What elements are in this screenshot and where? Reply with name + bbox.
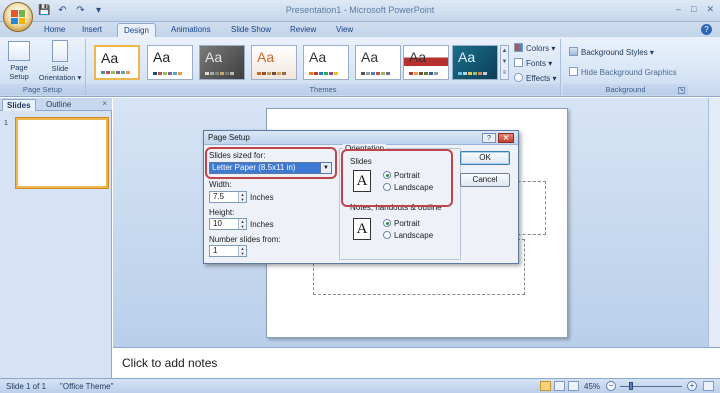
- close-window-button[interactable]: ✕: [706, 4, 714, 15]
- maximize-button[interactable]: □: [691, 4, 696, 15]
- theme-4[interactable]: Aa: [251, 45, 297, 80]
- hide-background-graphics-checkbox[interactable]: Hide Background Graphics: [569, 67, 677, 78]
- ribbon: Page Setup Slide Orientation ▾ Page Setu…: [0, 37, 720, 97]
- theme-effects-button[interactable]: Effects ▾: [514, 73, 557, 84]
- notes-pane[interactable]: Click to add notes: [113, 347, 720, 378]
- theme-name: "Office Theme": [60, 382, 114, 391]
- cancel-button[interactable]: Cancel: [460, 173, 510, 187]
- slide-orientation-label: Slide Orientation ▾: [38, 64, 82, 82]
- normal-view-icon[interactable]: [540, 381, 551, 391]
- number-slides-from-label: Number slides from:: [209, 235, 281, 244]
- height-spinner-icon[interactable]: ▲ ▼: [238, 219, 246, 229]
- fonts-icon: [514, 58, 523, 67]
- vertical-scrollbar[interactable]: [708, 98, 720, 347]
- width-units: Inches: [250, 193, 274, 202]
- background-group: Background Styles ▾ Hide Background Grap…: [563, 39, 688, 95]
- scroll-down-icon[interactable]: ▼: [501, 57, 508, 68]
- dialog-help-button[interactable]: ?: [482, 133, 496, 143]
- slide-thumbnail[interactable]: [16, 118, 108, 188]
- number-spinner-icon[interactable]: ▲ ▼: [238, 246, 246, 256]
- checkbox-icon: [569, 67, 578, 76]
- width-label: Width:: [209, 180, 232, 189]
- width-value: 7.5: [213, 192, 225, 201]
- ribbon-tabs: Home Insert Design Animations Slide Show…: [0, 22, 720, 37]
- slide-orientation-button[interactable]: Slide Orientation ▾: [36, 40, 84, 82]
- tab-review[interactable]: Review: [284, 23, 322, 37]
- themes-group-label: Themes: [86, 84, 560, 95]
- theme-fonts-button[interactable]: Fonts ▾: [514, 58, 552, 69]
- tab-home[interactable]: Home: [38, 23, 71, 37]
- tab-insert[interactable]: Insert: [76, 23, 108, 37]
- scroll-up-icon[interactable]: ▲: [501, 46, 508, 57]
- tab-design[interactable]: Design: [117, 23, 156, 37]
- ok-button[interactable]: OK: [460, 151, 510, 165]
- fit-to-window-icon[interactable]: [703, 381, 714, 391]
- theme-7[interactable]: Aa: [403, 45, 449, 80]
- theme-colors-button[interactable]: Colors ▾: [514, 43, 555, 54]
- page-setup-label: Page Setup: [9, 63, 29, 81]
- notes-landscape-radio[interactable]: Landscape: [383, 231, 433, 240]
- title-bar: 💾 ↶ ↷ ▾ Presentation1 - Microsoft PowerP…: [0, 0, 720, 32]
- height-value: 10: [213, 219, 222, 228]
- background-styles-button[interactable]: Background Styles ▾: [569, 47, 654, 58]
- slide-count: Slide 1 of 1: [6, 382, 47, 391]
- highlight-orientation: [341, 149, 453, 207]
- help-icon[interactable]: ?: [701, 24, 712, 35]
- page-setup-icon: [8, 41, 30, 61]
- height-label: Height:: [209, 208, 235, 217]
- slide-number: 1: [4, 120, 8, 127]
- tab-slides[interactable]: Slides: [2, 99, 36, 111]
- slide-sorter-view-icon[interactable]: [554, 381, 565, 391]
- notes-placeholder: Click to add notes: [122, 356, 218, 370]
- width-spinner-icon[interactable]: ▲ ▼: [238, 192, 246, 202]
- zoom-level[interactable]: 45%: [584, 382, 600, 391]
- notes-portrait-radio[interactable]: Portrait: [383, 219, 420, 228]
- themes-group: Aa Aa Aa Aa Aa Aa Aa Aa ▲ ▼ ≡ Colors ▾ F…: [86, 39, 561, 95]
- theme-6[interactable]: Aa: [355, 45, 401, 80]
- office-button[interactable]: [3, 2, 33, 32]
- pane-tabs: Slides Outline ×: [0, 98, 112, 111]
- zoom-slider-thumb[interactable]: [629, 382, 633, 390]
- window-controls: – □ ✕: [676, 4, 714, 15]
- slide-show-view-icon[interactable]: [568, 381, 579, 391]
- dialog-close-button[interactable]: ✕: [498, 133, 514, 143]
- theme-2[interactable]: Aa: [147, 45, 193, 80]
- number-slides-from-value: 1: [213, 246, 218, 255]
- highlight-sized-for: [205, 147, 337, 179]
- tab-view[interactable]: View: [330, 23, 359, 37]
- dialog-launcher-icon[interactable]: ↘: [678, 87, 685, 94]
- window-title: Presentation1 - Microsoft PowerPoint: [285, 5, 435, 15]
- close-pane-icon[interactable]: ×: [102, 99, 107, 108]
- number-slides-from-input[interactable]: 1 ▲ ▼: [209, 245, 247, 257]
- slides-pane: Slides Outline × 1: [0, 98, 112, 378]
- theme-office[interactable]: Aa: [94, 45, 140, 80]
- colors-icon: [514, 43, 523, 52]
- gallery-more-icon[interactable]: ≡: [501, 68, 508, 79]
- zoom-in-button[interactable]: +: [687, 381, 697, 391]
- office-logo-icon: [11, 10, 25, 24]
- minimize-button[interactable]: –: [676, 4, 681, 15]
- page-setup-group-label: Page Setup: [0, 84, 85, 95]
- theme-8[interactable]: Aa: [452, 45, 498, 80]
- effects-icon: [514, 73, 523, 82]
- page-setup-button[interactable]: Page Setup: [4, 41, 34, 81]
- theme-5[interactable]: Aa: [303, 45, 349, 80]
- zoom-out-button[interactable]: −: [606, 381, 616, 391]
- background-styles-icon: [569, 47, 578, 56]
- tab-animations[interactable]: Animations: [165, 23, 217, 37]
- theme-3[interactable]: Aa: [199, 45, 245, 80]
- width-input[interactable]: 7.5 ▲ ▼: [209, 191, 247, 203]
- theme-gallery-scroll[interactable]: ▲ ▼ ≡: [500, 45, 509, 80]
- status-bar: Slide 1 of 1 "Office Theme" 45% − +: [0, 378, 720, 393]
- orientation-icon: [52, 40, 68, 62]
- tab-slide-show[interactable]: Slide Show: [225, 23, 277, 37]
- height-units: Inches: [250, 220, 274, 229]
- notes-orientation-icon: A: [353, 218, 371, 240]
- background-group-label: Background: [563, 84, 688, 95]
- page-setup-group: Page Setup Slide Orientation ▾ Page Setu…: [0, 39, 86, 95]
- dialog-title: Page Setup: [204, 131, 518, 145]
- tab-outline[interactable]: Outline: [42, 99, 75, 111]
- height-input[interactable]: 10 ▲ ▼: [209, 218, 247, 230]
- page-setup-dialog: Page Setup ? ✕ Slides sized for: Letter …: [203, 130, 519, 264]
